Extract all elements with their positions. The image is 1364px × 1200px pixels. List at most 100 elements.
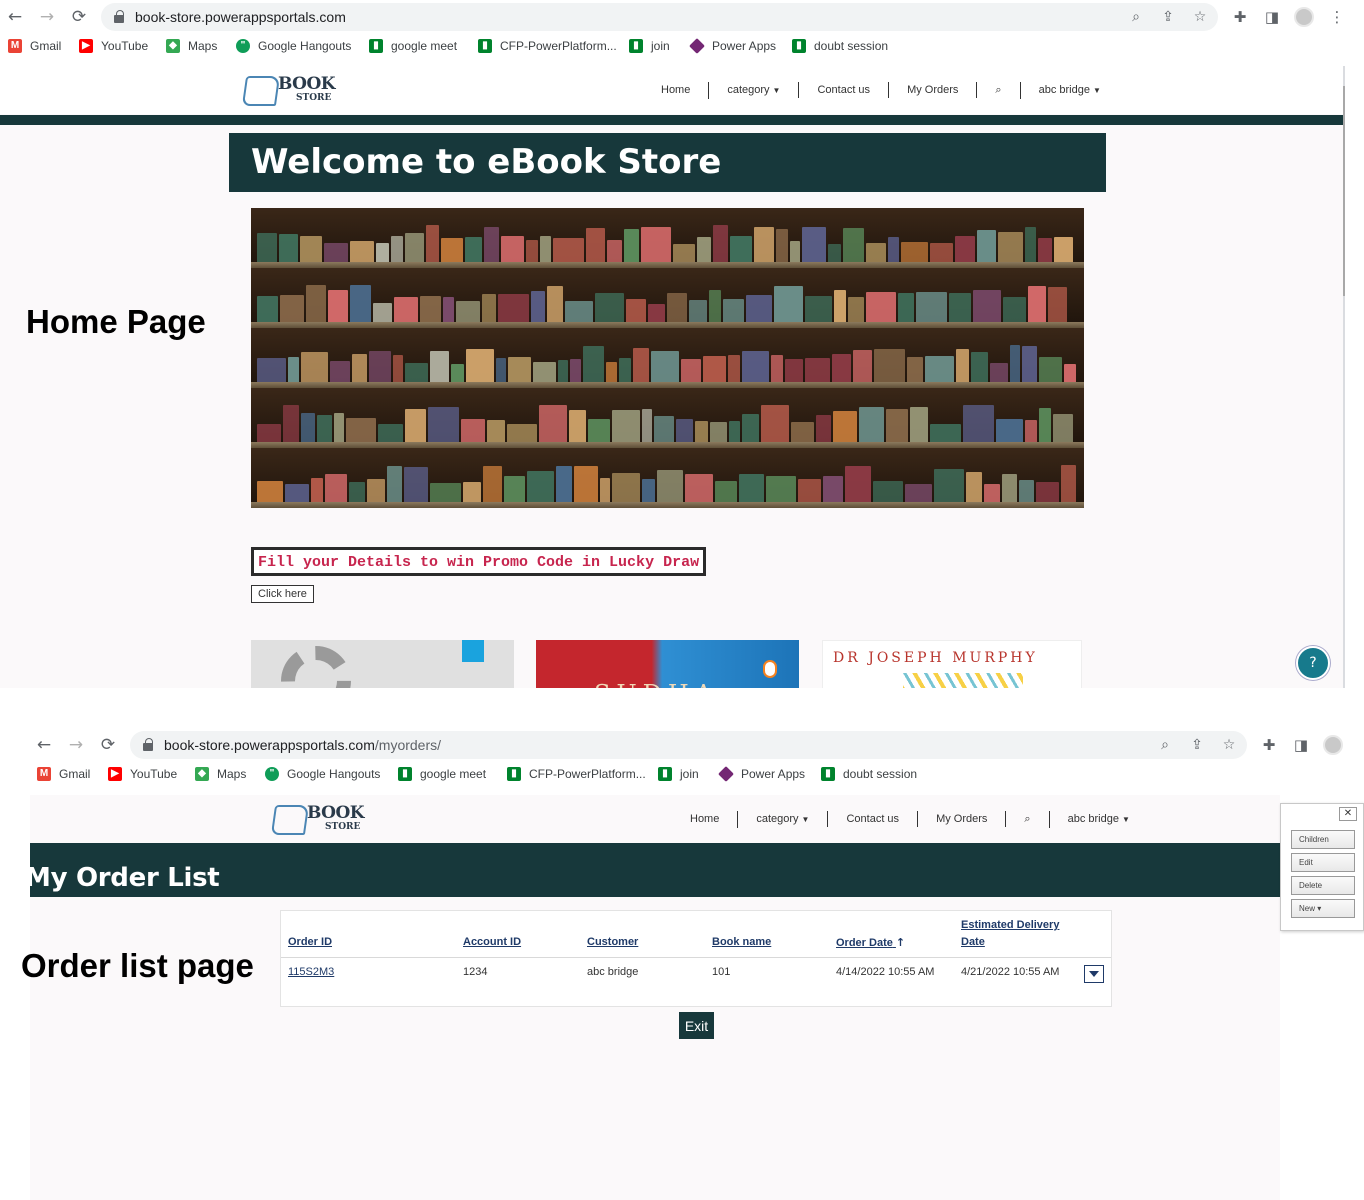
star-icon[interactable]: ☆ [1191, 8, 1209, 26]
nav-contact[interactable]: Contact us [827, 811, 917, 827]
bookmark-youtube[interactable]: ▶ YouTube [108, 767, 177, 781]
order-list-page-label: Order list page [21, 947, 254, 984]
lock-icon [114, 10, 124, 23]
delete-button[interactable]: Delete [1291, 876, 1355, 895]
reload-icon[interactable]: ⟳ [68, 6, 90, 28]
logo-subtext: STORE [296, 93, 332, 103]
scrollbar-thumb[interactable] [1343, 86, 1345, 296]
meet-icon: ▮ [507, 767, 521, 781]
back-arrow-icon[interactable]: ← [33, 734, 55, 756]
col-delivery-date[interactable]: Estimated Delivery Date [961, 917, 1071, 951]
bookmark-gmail[interactable]: M Gmail [8, 39, 61, 53]
forward-arrow-icon[interactable]: → [65, 734, 87, 756]
nav-category[interactable]: category ▼ [737, 810, 827, 828]
book-thumbnail-2[interactable]: SUDHA [536, 640, 799, 688]
chat-help-icon[interactable]: ? [1296, 646, 1330, 680]
nav-contact[interactable]: Contact us [798, 82, 888, 98]
share-icon[interactable]: ⇪ [1159, 8, 1177, 26]
forward-arrow-icon[interactable]: → [36, 6, 58, 28]
thumbnail-2-title: SUDHA [594, 680, 718, 688]
browser-window-home: ← → ⟳ book-store.powerappsportals.com ⌕ … [0, 0, 1364, 66]
bookmark-power-apps[interactable]: Power Apps [689, 38, 776, 54]
col-order-id[interactable]: Order ID [288, 934, 332, 951]
book-thumbnail-1[interactable] [251, 640, 514, 688]
extensions-icon[interactable]: ✚ [1258, 734, 1280, 756]
reload-icon[interactable]: ⟳ [97, 734, 119, 756]
back-arrow-icon[interactable]: ← [4, 6, 26, 28]
search-icon[interactable]: ⌕ [976, 82, 1019, 98]
col-book-name[interactable]: Book name [712, 934, 771, 951]
bookmark-cfp[interactable]: ▮ CFP-PowerPlatform... [507, 767, 646, 781]
book-thumbnail-3[interactable]: DR JOSEPH MURPHY [822, 640, 1082, 688]
bookmark-maps[interactable]: ◆ Maps [166, 39, 217, 53]
bookmark-gmail[interactable]: M Gmail [37, 767, 90, 781]
site-logo[interactable]: BOOK STORE [270, 801, 365, 837]
profile-avatar[interactable] [1323, 735, 1343, 755]
menu-dots-icon[interactable]: ⋮ [1326, 6, 1348, 28]
bookmark-cfp[interactable]: ▮ CFP-PowerPlatform... [478, 39, 617, 53]
site-logo[interactable]: BOOK STORE [241, 72, 336, 108]
side-panel-icon[interactable]: ◨ [1290, 734, 1312, 756]
bookmark-google-meet[interactable]: ▮ google meet [398, 767, 486, 781]
bookmark-doubt-session[interactable]: ▮ doubt session [792, 39, 888, 53]
cell-order-id[interactable]: 115S2M3 [288, 966, 334, 978]
home-page-label: Home Page [26, 303, 206, 340]
bookmark-join[interactable]: ▮ join [658, 767, 699, 781]
bookmark-doubt-session[interactable]: ▮ doubt session [821, 767, 917, 781]
bookmark-google-meet[interactable]: ▮ google meet [369, 39, 457, 53]
close-icon[interactable]: ✕ [1339, 807, 1357, 821]
main-nav: Home category ▼ Contact us My Orders ⌕ ab… [672, 810, 1148, 828]
address-bar[interactable]: book-store.powerappsportals.com ⌕ ⇪ ☆ [101, 3, 1218, 31]
meet-icon: ▮ [369, 39, 383, 53]
scrollbar[interactable] [1343, 66, 1345, 688]
caret-down-icon: ▼ [801, 814, 810, 824]
youtube-icon: ▶ [79, 39, 93, 53]
exit-button[interactable]: Exit [679, 1012, 714, 1039]
bookmark-hangouts[interactable]: " Google Hangouts [236, 39, 351, 53]
nav-user[interactable]: abc bridge ▼ [1048, 810, 1148, 828]
nav-user[interactable]: abc bridge ▼ [1019, 81, 1119, 99]
share-icon[interactable]: ⇪ [1188, 736, 1206, 754]
address-bar[interactable]: book-store.powerappsportals.com/myorders… [130, 731, 1247, 759]
col-account-id[interactable]: Account ID [463, 934, 521, 951]
star-icon[interactable]: ☆ [1220, 736, 1238, 754]
meet-icon: ▮ [398, 767, 412, 781]
profile-avatar[interactable] [1294, 7, 1314, 27]
row-actions-dropdown[interactable] [1084, 965, 1104, 983]
shelf-row [251, 328, 1084, 390]
gmail-icon: M [37, 767, 51, 781]
col-order-date[interactable]: Order Date ↑ [836, 934, 905, 952]
nav-my-orders[interactable]: My Orders [888, 82, 976, 98]
nav-my-orders[interactable]: My Orders [917, 811, 1005, 827]
bookmark-join[interactable]: ▮ join [629, 39, 670, 53]
book-logo-icon [270, 805, 310, 835]
nav-category-label: category [727, 83, 770, 96]
meet-icon: ▮ [792, 39, 806, 53]
side-panel-icon[interactable]: ◨ [1261, 6, 1283, 28]
col-customer[interactable]: Customer [587, 934, 638, 951]
new-button[interactable]: New ▾ [1291, 899, 1355, 918]
click-here-button[interactable]: Click here [251, 585, 314, 603]
zoom-icon[interactable]: ⌕ [1127, 8, 1145, 26]
meet-icon: ▮ [821, 767, 835, 781]
nav-home[interactable]: Home [672, 811, 737, 827]
bookmark-youtube[interactable]: ▶ YouTube [79, 39, 148, 53]
edit-button[interactable]: Edit [1291, 853, 1355, 872]
nav-user-label: abc bridge [1067, 812, 1119, 825]
zoom-icon[interactable]: ⌕ [1156, 736, 1174, 754]
col-order-date-label: Order Date [836, 937, 893, 949]
extensions-icon[interactable]: ✚ [1229, 6, 1251, 28]
nav-home[interactable]: Home [643, 82, 708, 98]
new-button-label: New [1299, 904, 1316, 913]
bookmark-power-apps[interactable]: Power Apps [718, 766, 805, 782]
caret-down-icon: ▼ [772, 85, 781, 95]
search-icon[interactable]: ⌕ [1005, 811, 1048, 827]
bookmark-maps[interactable]: ◆ Maps [195, 767, 246, 781]
shelf-row [251, 268, 1084, 330]
logo-text: BOOK [278, 74, 336, 94]
header-divider [281, 957, 1111, 958]
children-button[interactable]: Children [1291, 830, 1355, 849]
browser-toolbar: ← → ⟳ book-store.powerappsportals.com/my… [0, 728, 1364, 762]
nav-category[interactable]: category ▼ [708, 81, 798, 99]
bookmark-hangouts[interactable]: " Google Hangouts [265, 767, 380, 781]
